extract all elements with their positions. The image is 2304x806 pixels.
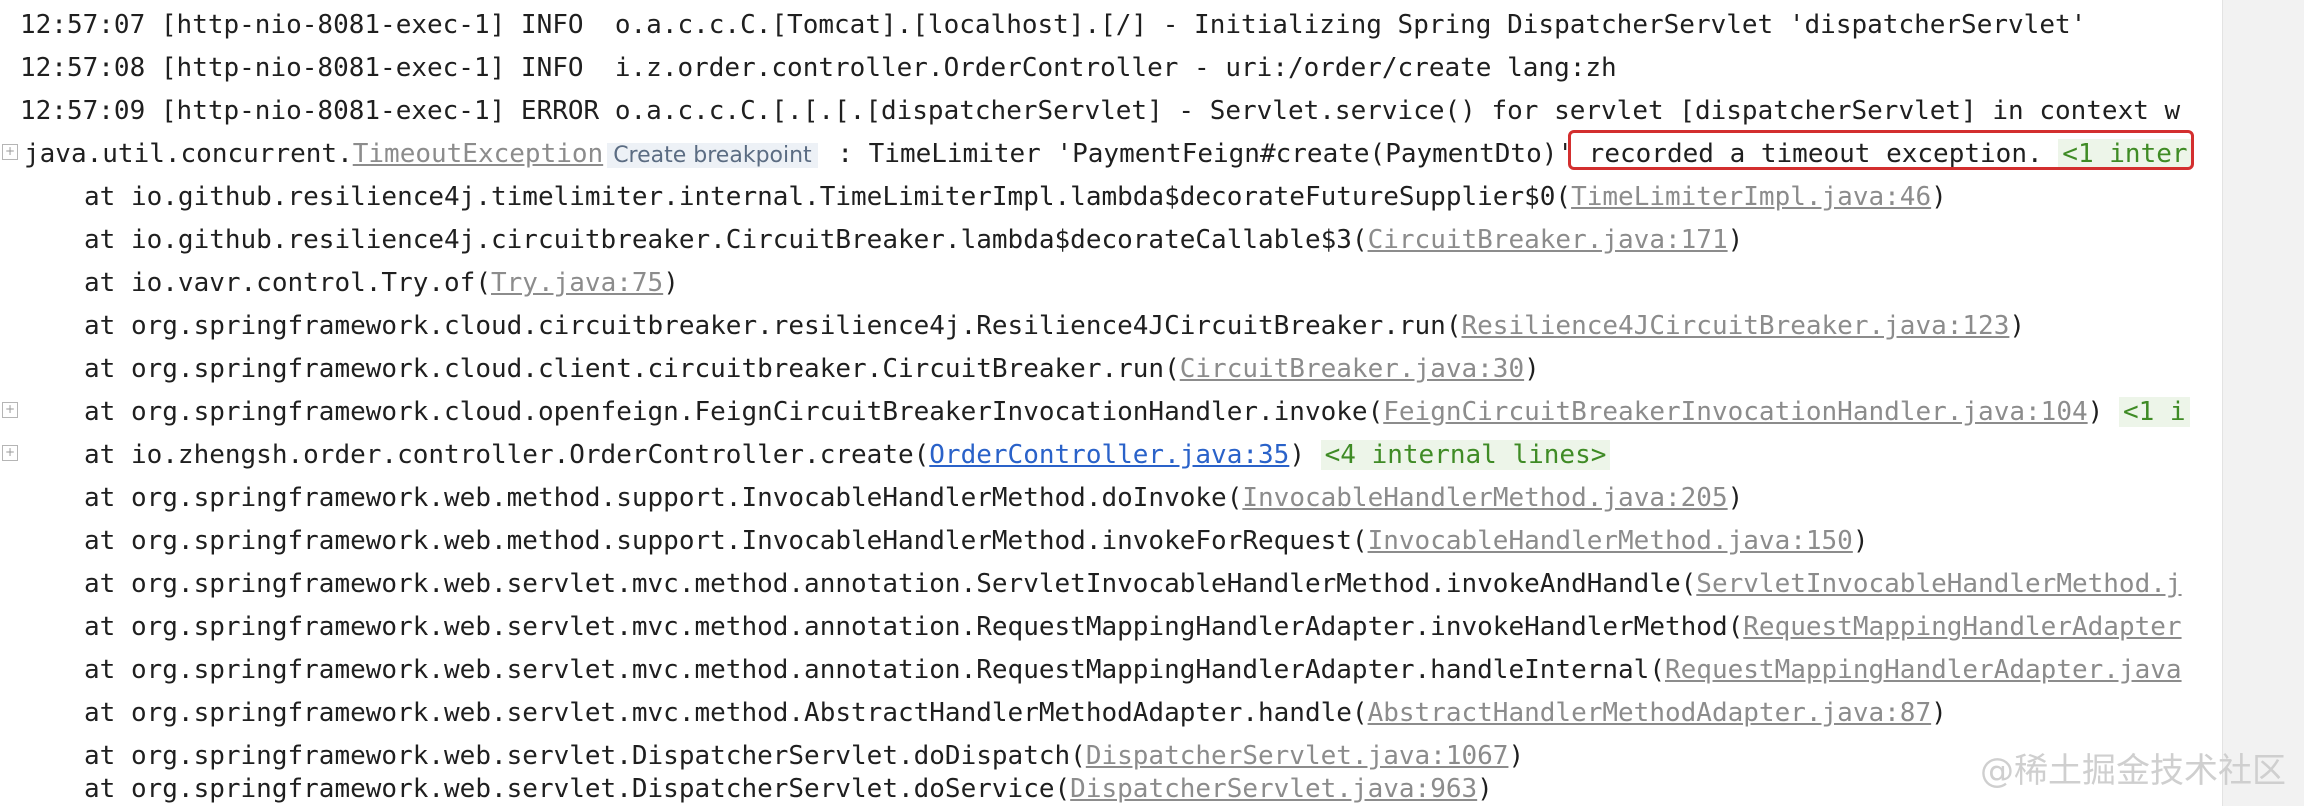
stack-frame: at org.springframework.web.servlet.mvc.m…	[0, 563, 2222, 606]
log-logger: i.z.order.controller.OrderController	[614, 53, 1179, 83]
frame-method: at org.springframework.web.method.suppor…	[84, 526, 1368, 556]
log-line: 12:57:07 [http-nio-8081-exec-1] INFO o.a…	[0, 4, 2222, 47]
frame-method: at org.springframework.web.servlet.Dispa…	[84, 774, 1071, 804]
log-thread: [http-nio-8081-exec-1]	[160, 10, 506, 40]
frame-method: at org.springframework.cloud.client.circ…	[84, 354, 1180, 384]
frame-source-link[interactable]: Resilience4JCircuitBreaker.java:123	[1462, 311, 2010, 341]
frame-source-link[interactable]: FeignCircuitBreakerInvocationHandler.jav…	[1383, 397, 2087, 427]
frame-close: )	[2087, 397, 2104, 427]
log-thread: [http-nio-8081-exec-1]	[160, 96, 506, 126]
frame-close: )	[1524, 354, 1540, 384]
frame-method: at org.springframework.web.servlet.mvc.m…	[84, 698, 1368, 728]
log-line: 12:57:08 [http-nio-8081-exec-1] INFO i.z…	[0, 47, 2222, 90]
scrollbar-gutter[interactable]	[2222, 0, 2304, 806]
frame-method: at io.github.resilience4j.timelimiter.in…	[84, 182, 1572, 212]
frame-method: at io.vavr.control.Try.of(	[84, 268, 491, 298]
stack-frame: at org.springframework.cloud.openfeign.F…	[0, 391, 2222, 434]
log-message: - Initializing Spring DispatcherServlet …	[1162, 10, 2087, 40]
frame-close: )	[1931, 182, 1947, 212]
frame-method: at org.springframework.web.servlet.mvc.m…	[84, 655, 1665, 685]
highlight-annotation	[1568, 130, 2194, 170]
frame-source-link[interactable]: RequestMappingHandlerAdapter.java	[1665, 655, 2182, 685]
frame-method: at org.springframework.cloud.openfeign.F…	[84, 397, 1384, 427]
log-level: ERROR	[520, 96, 600, 126]
stack-frame: at org.springframework.web.servlet.mvc.m…	[0, 692, 2222, 735]
log-time: 12:57:07	[20, 10, 146, 40]
log-line: 12:57:09 [http-nio-8081-exec-1] ERROR o.…	[0, 90, 2222, 133]
frame-close: )	[1727, 225, 1744, 255]
frame-close: )	[1289, 440, 1305, 470]
log-time: 12:57:09	[20, 96, 146, 126]
log-message: - uri:/order/create lang:zh	[1194, 53, 1617, 83]
stack-frame: at org.springframework.cloud.circuitbrea…	[0, 305, 2222, 348]
frame-method: at org.springframework.web.servlet.mvc.m…	[84, 612, 1744, 642]
frame-close: )	[663, 268, 679, 298]
log-thread: [http-nio-8081-exec-1]	[160, 53, 506, 83]
stack-frame: at org.springframework.web.method.suppor…	[0, 520, 2222, 563]
create-breakpoint-button[interactable]: Create breakpoint	[607, 143, 818, 168]
frame-method: at io.zhengsh.order.controller.OrderCont…	[84, 440, 930, 470]
frame-close: )	[1508, 741, 1525, 771]
stack-frame: at org.springframework.web.servlet.Dispa…	[0, 768, 2222, 806]
stack-frame: at org.springframework.cloud.client.circ…	[0, 348, 2222, 391]
frame-source-link[interactable]: InvocableHandlerMethod.java:150	[1368, 526, 1853, 556]
frame-close: )	[1477, 774, 1493, 804]
stack-frame: at io.vavr.control.Try.of(Try.java:75)	[0, 262, 2222, 305]
frame-method: at org.springframework.web.method.suppor…	[84, 483, 1243, 513]
frame-method: at io.github.resilience4j.circuitbreaker…	[84, 225, 1368, 255]
frame-source-link[interactable]: CircuitBreaker.java:171	[1368, 225, 1728, 255]
frame-source-link[interactable]: OrderController.java:35	[929, 440, 1289, 470]
log-level: INFO	[520, 10, 600, 40]
frame-source-link[interactable]: DispatcherServlet.java:1067	[1086, 741, 1509, 771]
internal-lines-fold[interactable]: <1 i	[2118, 397, 2190, 427]
frame-method: at org.springframework.web.servlet.mvc.m…	[84, 569, 1697, 599]
frame-source-link[interactable]: InvocableHandlerMethod.java:205	[1242, 483, 1727, 513]
frame-method: at org.springframework.web.servlet.Dispa…	[84, 741, 1086, 771]
frame-source-link[interactable]: RequestMappingHandlerAdapter	[1743, 612, 2181, 642]
frame-close: )	[2009, 311, 2026, 341]
console-output: 12:57:07 [http-nio-8081-exec-1] INFO o.a…	[0, 0, 2222, 806]
frame-close: )	[1852, 526, 1869, 556]
frame-source-link[interactable]: ServletInvocableHandlerMethod.j	[1696, 569, 2181, 599]
stack-frame: at io.github.resilience4j.timelimiter.in…	[0, 176, 2222, 219]
exception-package: java.util.concurrent.	[24, 139, 353, 169]
stack-frame: at org.springframework.web.servlet.mvc.m…	[0, 606, 2222, 649]
frame-source-link[interactable]: TimeLimiterImpl.java:46	[1571, 182, 1931, 212]
frame-method: at org.springframework.cloud.circuitbrea…	[84, 311, 1462, 341]
stack-frame: at io.github.resilience4j.circuitbreaker…	[0, 219, 2222, 262]
frame-source-link[interactable]: Try.java:75	[491, 268, 663, 298]
log-time: 12:57:08	[20, 53, 146, 83]
stack-frame: at org.springframework.web.method.suppor…	[0, 477, 2222, 520]
exception-class-link[interactable]: TimeoutException	[353, 139, 603, 169]
log-message: - Servlet.service() for servlet [dispatc…	[1178, 96, 2181, 126]
stack-frame: at org.springframework.web.servlet.mvc.m…	[0, 649, 2222, 692]
frame-source-link[interactable]: AbstractHandlerMethodAdapter.java:87	[1368, 698, 1932, 728]
log-logger: o.a.c.c.C.[Tomcat].[localhost].[/]	[614, 10, 1148, 40]
log-level: INFO	[520, 53, 600, 83]
frame-source-link[interactable]: DispatcherServlet.java:963	[1070, 774, 1477, 804]
frame-source-link[interactable]: CircuitBreaker.java:30	[1180, 354, 1524, 384]
stack-frame: at io.zhengsh.order.controller.OrderCont…	[0, 434, 2222, 477]
watermark-text: @稀土掘金技术社区	[1980, 751, 2286, 791]
internal-lines-fold[interactable]: <4 internal lines>	[1320, 440, 1611, 470]
log-logger: o.a.c.c.C.[.[.[.[dispatcherServlet]	[614, 96, 1163, 126]
frame-close: )	[1727, 483, 1744, 513]
frame-close: )	[1931, 698, 1947, 728]
